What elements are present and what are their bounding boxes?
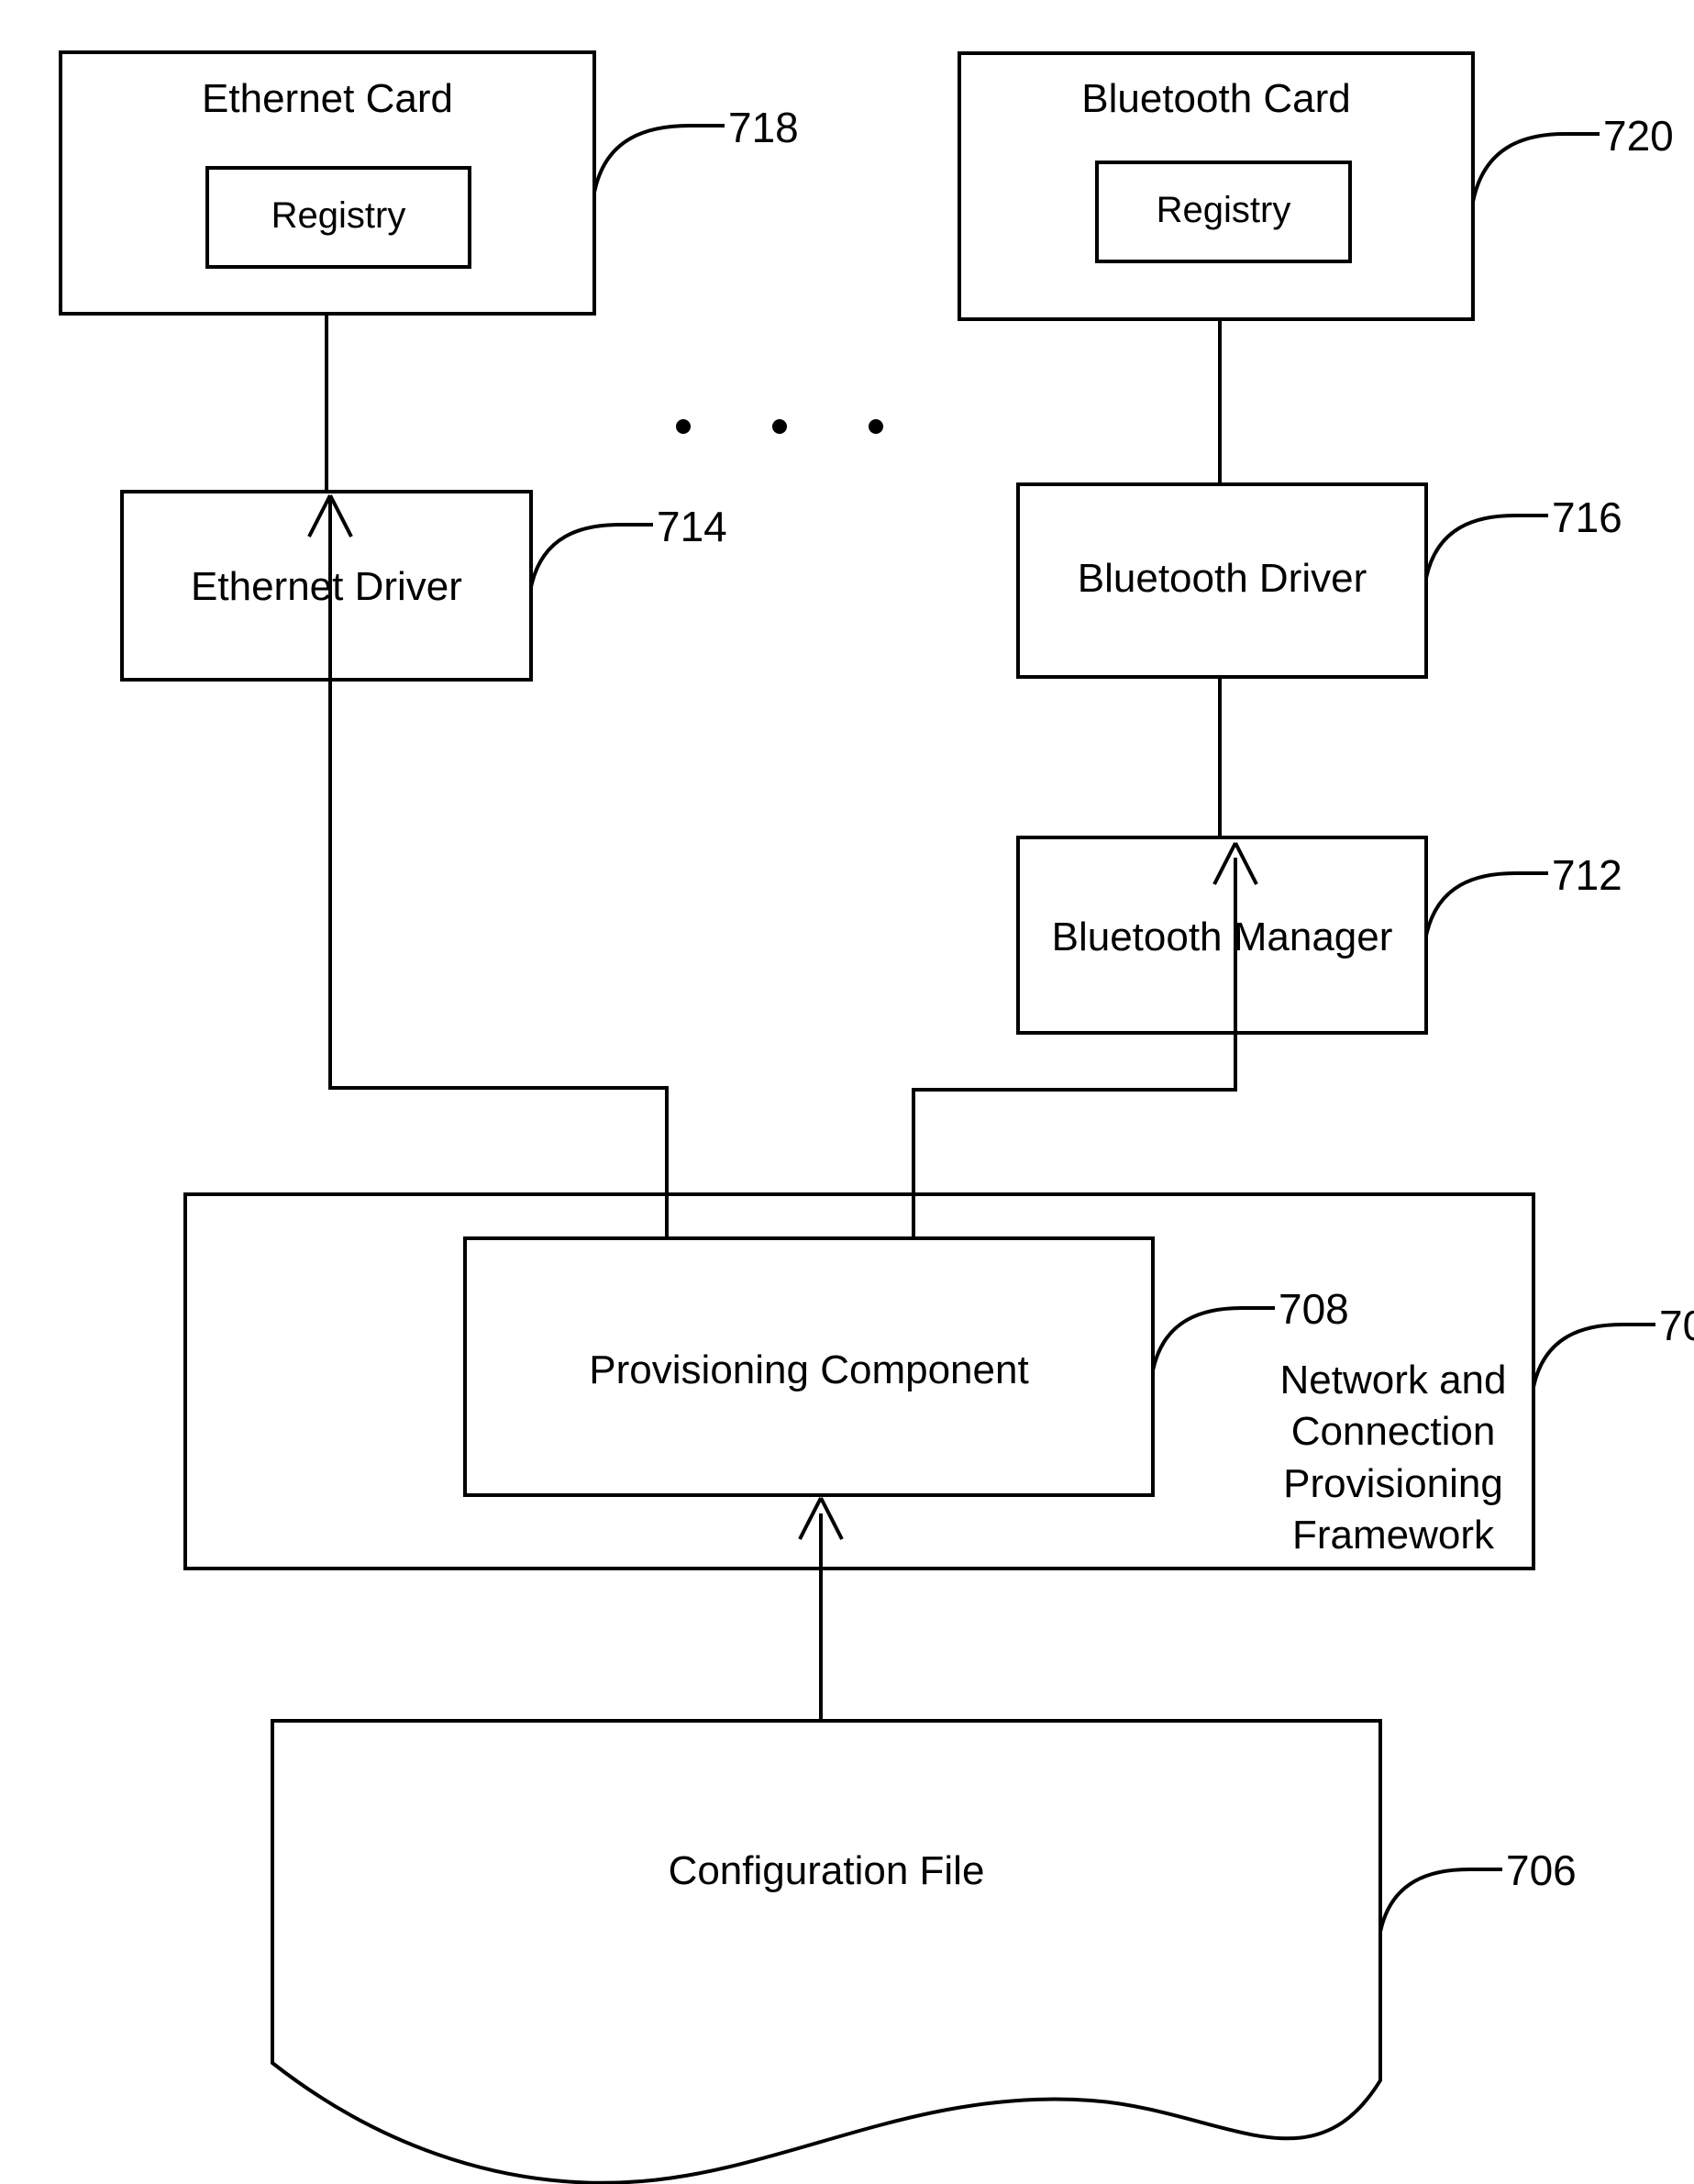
bluetooth-manager-box[interactable] <box>1018 837 1426 1033</box>
ethernet-card-registry-box[interactable] <box>207 168 470 267</box>
ref-718: 718 <box>728 104 799 151</box>
framework-caption: Network and Connection Provisioning Fram… <box>1279 1358 1507 1558</box>
ref-720: 720 <box>1603 112 1674 160</box>
bluetooth-card-registry-box[interactable] <box>1097 162 1350 261</box>
patent-figure: Ethernet Card Registry 718 Bluetooth Car… <box>0 0 1694 2184</box>
ref-706: 706 <box>1506 1846 1577 1894</box>
bluetooth-driver-box[interactable] <box>1018 484 1426 677</box>
ref-704: 704 <box>1659 1302 1694 1349</box>
ref-708: 708 <box>1279 1285 1349 1333</box>
configuration-file-shape[interactable] <box>272 1721 1380 2134</box>
ref-712: 712 <box>1552 851 1622 899</box>
ref-716: 716 <box>1552 493 1622 541</box>
ethernet-driver-box[interactable] <box>122 492 531 680</box>
provisioning-component-box[interactable] <box>465 1238 1153 1495</box>
ref-714: 714 <box>657 503 727 550</box>
